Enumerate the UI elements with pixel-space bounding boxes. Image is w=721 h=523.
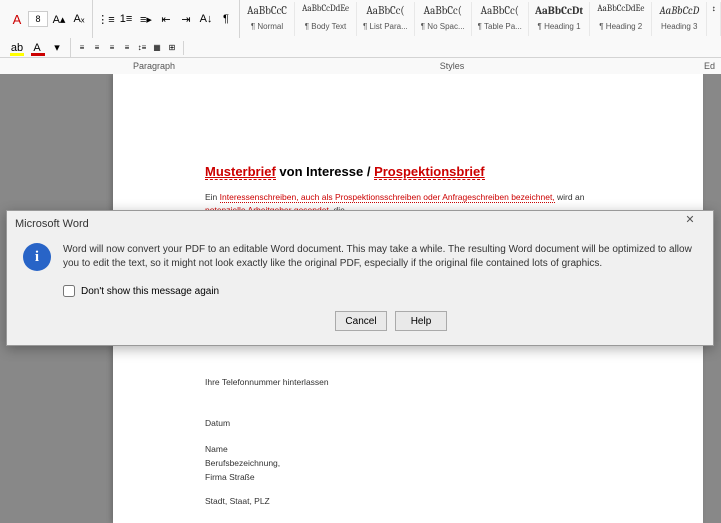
font-group: A A▴ Aₓ [4,0,93,38]
edit-label: Ed [672,61,721,71]
grow-font-icon[interactable]: A▴ [50,10,68,28]
style-list-para[interactable]: AaBbCc(¶ List Para... [357,2,415,36]
align-left-icon[interactable]: ≡ [75,41,89,55]
doc-tel: Ihre Telefonnummer hinterlassen [205,376,611,389]
pdf-convert-dialog: Microsoft Word ✕ i Word will now convert… [6,210,714,346]
field-datum: Datum [205,418,611,428]
align-center-icon[interactable]: ≡ [90,41,104,55]
info-icon: i [23,243,51,271]
field-firma: Firma Straße [205,472,611,482]
field-name: Name [205,444,611,454]
format-group: ⋮≡ 1≡ ≡▸ ⇤ ⇥ A↓ ¶ [93,0,240,38]
style-heading1[interactable]: AaBbCcDt¶ Heading 1 [529,2,590,36]
dont-show-checkbox[interactable] [63,285,75,297]
styles-gallery: AaBbCcC¶ Normal AaBbCcDdEe¶ Body Text Aa… [240,2,721,36]
align-justify-icon[interactable]: ≡ [120,41,134,55]
style-no-spacing[interactable]: AaBbCc(¶ No Spac... [415,2,472,36]
font-size-input[interactable] [28,11,48,27]
styles-label: Styles [232,61,672,71]
dialog-title: Microsoft Word [15,218,89,230]
indent-inc-icon[interactable]: ⇥ [177,10,195,28]
line-spacing-icon[interactable]: ↕≡ [135,41,149,55]
close-icon[interactable]: ✕ [675,213,705,235]
font-color-icon[interactable]: A [28,39,46,57]
dont-show-check[interactable]: Don't show this message again [63,285,697,297]
align-right-icon[interactable]: ≡ [105,41,119,55]
help-button[interactable]: Help [395,311,447,331]
style-table-para[interactable]: AaBbCc(¶ Table Pa... [472,2,529,36]
doc-title: Musterbrief von Interesse / Prospektions… [205,164,611,179]
ribbon: A A▴ Aₓ ⋮≡ 1≡ ≡▸ ⇤ ⇥ A↓ ¶ AaBbCcC¶ Norma… [0,0,721,75]
bullets-icon[interactable]: ⋮≡ [97,10,115,28]
cancel-button[interactable]: Cancel [335,311,387,331]
paragraph-label: Paragraph [76,61,232,71]
shading-icon[interactable]: ▦ [150,41,164,55]
numbering-icon[interactable]: 1≡ [117,10,135,28]
indent-dec-icon[interactable]: ⇤ [157,10,175,28]
sort-icon[interactable]: A↓ [197,10,215,28]
style-heading3[interactable]: AaBbCcDHeading 3 [652,2,707,36]
style-heading2[interactable]: AaBbCcDdEe¶ Heading 2 [590,2,652,36]
style-body-text[interactable]: AaBbCcDdEe¶ Body Text [295,2,357,36]
multilevel-icon[interactable]: ≡▸ [137,10,155,28]
style-normal[interactable]: AaBbCcC¶ Normal [240,2,295,36]
styles-more[interactable]: ↕ [707,2,721,36]
dialog-message: Word will now convert your PDF to an edi… [63,243,697,270]
highlight-color-icon[interactable]: ab [8,39,26,57]
field-stadt: Stadt, Staat, PLZ [205,496,611,506]
dropdown-arrow-icon[interactable]: ▾ [48,39,66,57]
field-beruf: Berufsbezeichnung, [205,458,611,468]
show-marks-icon[interactable]: ¶ [217,10,235,28]
borders-icon[interactable]: ⊞ [165,41,179,55]
font-color-a-icon[interactable]: A [8,10,26,28]
clear-format-icon[interactable]: Aₓ [70,10,88,28]
